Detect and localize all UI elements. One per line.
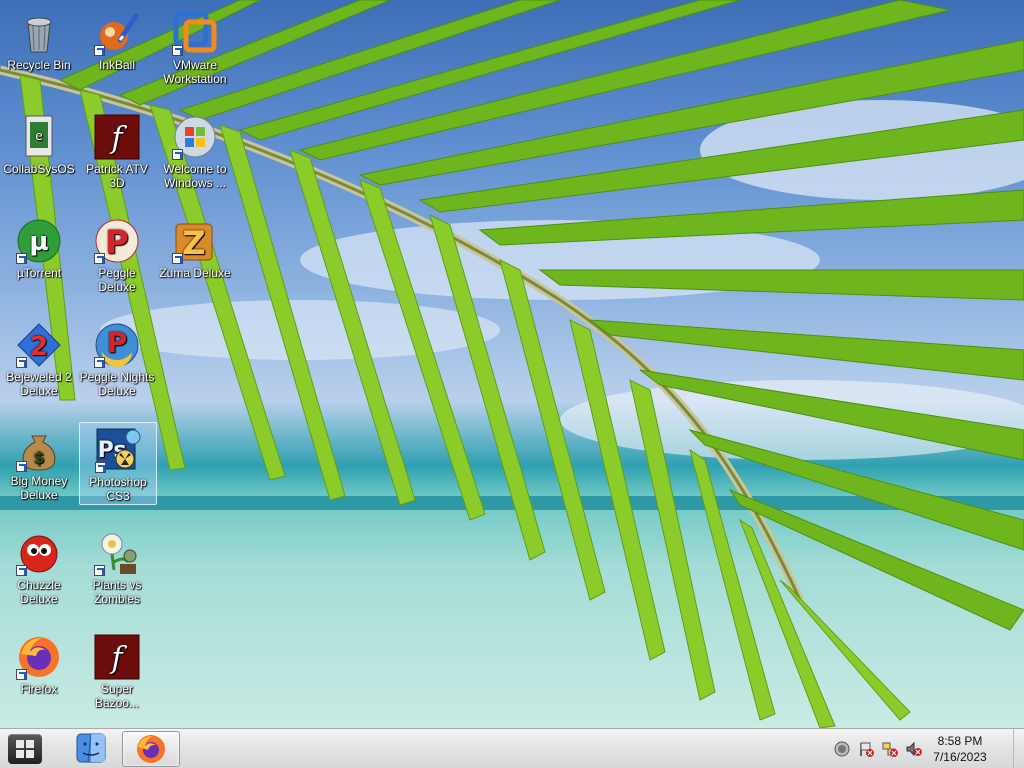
desktop-icon-peggle-nights[interactable]: P Peggle Nights Deluxe bbox=[78, 318, 156, 398]
shortcut-arrow-icon bbox=[172, 253, 183, 264]
desktop-icon-super-bazooka[interactable]: f Super Bazoo... bbox=[78, 630, 156, 710]
shortcut-arrow-icon bbox=[94, 45, 105, 56]
icon-label: Peggle Deluxe bbox=[98, 266, 136, 294]
photoshop-icon: Ps bbox=[95, 427, 141, 473]
taskbar-firefox-button[interactable] bbox=[122, 731, 180, 767]
desktop-icon-utorrent[interactable]: µ µTorrent bbox=[0, 214, 78, 280]
shortcut-arrow-icon bbox=[16, 357, 27, 368]
clock-date: 7/16/2023 bbox=[933, 750, 987, 764]
collabsysos-icon: e bbox=[16, 114, 62, 160]
desktop-icon-inkball[interactable]: InkBall bbox=[78, 6, 156, 72]
shortcut-arrow-icon bbox=[172, 45, 183, 56]
desktop-icon-zuma[interactable]: Z Zuma Deluxe bbox=[156, 214, 234, 280]
svg-text:e: e bbox=[35, 129, 42, 143]
zuma-icon: Z bbox=[172, 218, 218, 264]
desktop-icon-firefox[interactable]: Firefox bbox=[0, 630, 78, 696]
bejeweled-icon: 2 bbox=[16, 322, 62, 368]
windows-logo-icon bbox=[16, 740, 34, 758]
icon-label: Plants vs Zombies bbox=[92, 578, 142, 606]
desktop-icon-chuzzle[interactable]: Chuzzle Deluxe bbox=[0, 526, 78, 606]
icon-label: Chuzzle Deluxe bbox=[17, 578, 61, 606]
shortcut-arrow-icon bbox=[16, 461, 27, 472]
svg-text:$: $ bbox=[33, 448, 44, 467]
recycle-bin-icon bbox=[16, 10, 62, 56]
firefox-icon bbox=[16, 634, 62, 680]
taskbar-clock[interactable]: 8:58 PM 7/16/2023 bbox=[920, 733, 1000, 765]
taskbar-finder-button[interactable] bbox=[72, 731, 110, 765]
desktop-icon-photoshop[interactable]: Ps Photoshop CS3 bbox=[79, 422, 157, 505]
shortcut-arrow-icon bbox=[16, 565, 27, 576]
icon-label: Firefox bbox=[20, 682, 58, 696]
icon-label: Welcome to Windows ... bbox=[163, 162, 227, 190]
peggle-icon: P bbox=[94, 218, 140, 264]
finder-icon bbox=[76, 733, 106, 763]
windows-orb-icon bbox=[172, 114, 218, 160]
icon-label: VMware Workstation bbox=[163, 58, 227, 86]
plants-icon bbox=[94, 530, 140, 576]
taskbar: 8:58 PM 7/16/2023 bbox=[0, 728, 1024, 768]
clock-time: 8:58 PM bbox=[937, 734, 983, 748]
shortcut-arrow-icon bbox=[94, 253, 105, 264]
money-bag-icon: $ bbox=[16, 426, 62, 472]
shortcut-arrow-icon bbox=[94, 565, 105, 576]
icon-label: Big Money Deluxe bbox=[10, 474, 68, 502]
clock-tray-icon[interactable] bbox=[834, 741, 850, 757]
flash-icon: f bbox=[94, 114, 140, 160]
start-button[interactable] bbox=[8, 734, 42, 764]
icon-label: CollabSysOS bbox=[3, 162, 75, 176]
network-tray-icon[interactable] bbox=[882, 741, 898, 757]
shortcut-arrow-icon bbox=[16, 669, 27, 680]
svg-text:µ: µ bbox=[29, 227, 48, 257]
chuzzle-icon bbox=[16, 530, 62, 576]
icon-label: Peggle Nights Deluxe bbox=[79, 370, 155, 398]
desktop-icon-vmware[interactable]: VMware Workstation bbox=[156, 6, 234, 86]
desktop-icon-bejeweled[interactable]: 2 Bejeweled 2 Deluxe bbox=[0, 318, 78, 398]
firefox-icon bbox=[137, 735, 165, 763]
desktop-icon-recycle-bin[interactable]: Recycle Bin bbox=[0, 6, 78, 72]
shortcut-arrow-icon bbox=[94, 357, 105, 368]
icon-label: Zuma Deluxe bbox=[159, 266, 231, 280]
icon-label: Super Bazoo... bbox=[94, 682, 140, 710]
shortcut-arrow-icon bbox=[172, 149, 183, 160]
icon-label: Recycle Bin bbox=[7, 58, 71, 72]
svg-text:P: P bbox=[105, 223, 128, 261]
peggle-nights-icon: P bbox=[94, 322, 140, 368]
inkball-icon bbox=[94, 10, 140, 56]
icon-label: µTorrent bbox=[16, 266, 62, 280]
desktop-icon-plants-vs-zombies[interactable]: Plants vs Zombies bbox=[78, 526, 156, 606]
icon-label: Photoshop CS3 bbox=[89, 475, 147, 503]
desktop-icon-welcome-windows[interactable]: Welcome to Windows ... bbox=[156, 110, 234, 190]
desktop-icon-patrick-atv[interactable]: f Patrick ATV 3D bbox=[78, 110, 156, 190]
vmware-icon bbox=[172, 10, 218, 56]
shortcut-arrow-icon bbox=[16, 253, 27, 264]
svg-text:2: 2 bbox=[30, 332, 48, 362]
desktop-icon-big-money[interactable]: $ Big Money Deluxe bbox=[0, 422, 78, 502]
desktop-icon-collabsysos[interactable]: e CollabSysOS bbox=[0, 110, 78, 176]
desktop-icon-peggle[interactable]: P Peggle Deluxe bbox=[78, 214, 156, 294]
flag-tray-icon[interactable] bbox=[858, 741, 874, 757]
icon-label: Bejeweled 2 Deluxe bbox=[6, 370, 72, 398]
icon-label: Patrick ATV 3D bbox=[86, 162, 148, 190]
svg-text:Z: Z bbox=[182, 224, 205, 262]
shortcut-arrow-icon bbox=[95, 462, 106, 473]
utorrent-icon: µ bbox=[16, 218, 62, 264]
flash-icon: f bbox=[94, 634, 140, 680]
icon-label: InkBall bbox=[98, 58, 136, 72]
svg-text:P: P bbox=[107, 326, 128, 359]
show-desktop-button[interactable] bbox=[1013, 729, 1024, 768]
